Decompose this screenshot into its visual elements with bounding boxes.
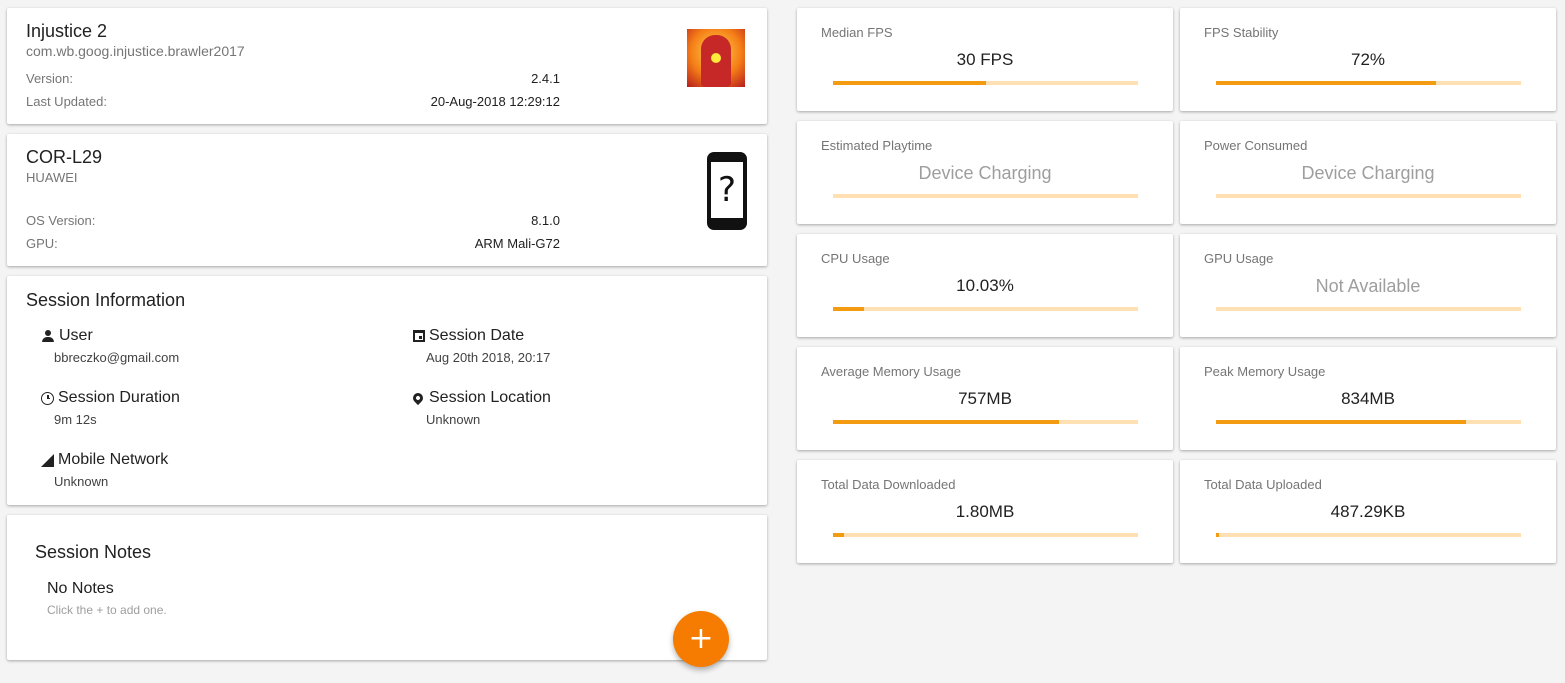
cpu-usage-progress-fill (833, 307, 864, 311)
gpu-usage-label: GPU Usage (1204, 251, 1274, 266)
mobile-network-heading: Mobile Network (41, 451, 168, 469)
signal-icon (41, 453, 54, 467)
peak-memory-usage-progress-track (1216, 420, 1521, 424)
power-consumed-progress-track (1216, 194, 1521, 198)
estimated-playtime-progress-track (833, 194, 1138, 198)
total-data-downloaded-value: 1.80MB (955, 502, 1015, 521)
last-updated-value: 20-Aug-2018 12:29:12 (430, 94, 560, 109)
total-data-uploaded-progress-fill (1216, 533, 1220, 537)
no-notes-text: No Notes (47, 580, 114, 597)
phone-icon: ? (707, 152, 747, 230)
session-date-label: Session Date (429, 327, 525, 344)
fps-stability-value: 72% (1350, 50, 1386, 69)
median-fps-progress-track (833, 81, 1138, 85)
user-value: bbreczko@gmail.com (54, 350, 180, 365)
average-memory-usage-value: 757MB (958, 389, 1012, 408)
session-location-value: Unknown (426, 412, 481, 427)
peak-memory-usage-label: Peak Memory Usage (1204, 364, 1326, 379)
gpu-label: GPU: (26, 236, 58, 251)
device-card: COR-L29 HUAWEI OS Version: 8.1.0 GPU: AR… (7, 134, 767, 266)
mobile-network-value: Unknown (54, 474, 109, 489)
estimated-playtime-value: Device Charging (918, 163, 1052, 183)
power-consumed-value: Device Charging (1301, 163, 1435, 183)
session-notes-card: Session Notes No Notes Click the + to ad… (7, 515, 767, 660)
person-icon (41, 329, 55, 343)
session-information-title: Session Information (26, 290, 186, 310)
total-data-downloaded-label: Total Data Downloaded (821, 477, 956, 492)
average-memory-usage-progress-fill (833, 420, 1059, 424)
cpu-usage-progress-track (833, 307, 1138, 311)
median-fps-progress-fill (833, 81, 986, 85)
total-data-uploaded-value: 487.29KB (1330, 502, 1406, 521)
session-duration-value: 9m 12s (54, 412, 97, 427)
session-date-heading: Session Date (413, 327, 524, 345)
gpu-value: ARM Mali-G72 (474, 236, 560, 251)
device-maker: HUAWEI (26, 170, 78, 185)
median-fps-label: Median FPS (821, 25, 893, 40)
session-location-heading: Session Location (410, 389, 551, 407)
session-information-card: Session Information User bbreczko@gmail.… (7, 276, 767, 505)
power-consumed-card: Power Consumed Device Charging (1180, 121, 1556, 224)
median-fps-card: Median FPS 30 FPS (797, 8, 1173, 111)
peak-memory-usage-value: 834MB (1341, 389, 1395, 408)
add-note-button[interactable]: + (673, 611, 729, 667)
cpu-usage-card: CPU Usage 10.03% (797, 234, 1173, 337)
add-note-hint: Click the + to add one. (47, 603, 167, 617)
average-memory-usage-progress-track (833, 420, 1138, 424)
fps-stability-progress-track (1216, 81, 1521, 85)
user-label: User (59, 327, 93, 344)
device-model: COR-L29 (26, 147, 103, 167)
gpu-usage-card: GPU Usage Not Available (1180, 234, 1556, 337)
session-location-label: Session Location (429, 389, 551, 406)
total-data-uploaded-progress-track (1216, 533, 1521, 537)
gpu-usage-progress-track (1216, 307, 1521, 311)
user-heading: User (41, 327, 93, 345)
total-data-uploaded-label: Total Data Uploaded (1204, 477, 1322, 492)
session-duration-label: Session Duration (58, 389, 180, 406)
average-memory-usage-label: Average Memory Usage (821, 364, 961, 379)
os-version-value: 8.1.0 (531, 213, 560, 228)
bolt-emblem (711, 53, 721, 63)
app-card: Injustice 2 com.wb.goog.injustice.brawle… (7, 8, 767, 124)
session-duration-heading: Session Duration (41, 389, 180, 407)
clock-icon (41, 391, 54, 405)
last-updated-label: Last Updated: (26, 94, 107, 109)
total-data-downloaded-progress-fill (833, 533, 844, 537)
version-value: 2.4.1 (531, 71, 560, 86)
power-consumed-label: Power Consumed (1204, 138, 1308, 153)
version-label: Version: (26, 71, 73, 86)
app-name: Injustice 2 (26, 21, 108, 41)
median-fps-value: 30 FPS (956, 50, 1014, 69)
peak-memory-usage-progress-fill (1216, 420, 1467, 424)
os-version-label: OS Version: (26, 213, 96, 228)
cpu-usage-value: 10.03% (956, 276, 1014, 295)
unknown-device-glyph: ? (711, 162, 743, 218)
total-data-downloaded-card: Total Data Downloaded 1.80MB (797, 460, 1173, 563)
average-memory-usage-card: Average Memory Usage 757MB (797, 347, 1173, 450)
session-notes-title: Session Notes (35, 542, 152, 562)
total-data-downloaded-progress-track (833, 533, 1138, 537)
session-date-value: Aug 20th 2018, 20:17 (426, 350, 551, 365)
estimated-playtime-card: Estimated Playtime Device Charging (797, 121, 1173, 224)
mobile-network-label: Mobile Network (58, 451, 169, 468)
calendar-icon (413, 330, 425, 342)
peak-memory-usage-card: Peak Memory Usage 834MB (1180, 347, 1556, 450)
cpu-usage-label: CPU Usage (821, 251, 890, 266)
app-icon (687, 29, 745, 87)
total-data-uploaded-card: Total Data Uploaded 487.29KB (1180, 460, 1556, 563)
estimated-playtime-label: Estimated Playtime (821, 138, 933, 153)
location-pin-icon (410, 390, 426, 406)
fps-stability-label: FPS Stability (1204, 25, 1279, 40)
gpu-usage-value: Not Available (1315, 276, 1421, 296)
fps-stability-card: FPS Stability 72% (1180, 8, 1556, 111)
fps-stability-progress-fill (1216, 81, 1436, 85)
app-package: com.wb.goog.injustice.brawler2017 (26, 43, 245, 59)
